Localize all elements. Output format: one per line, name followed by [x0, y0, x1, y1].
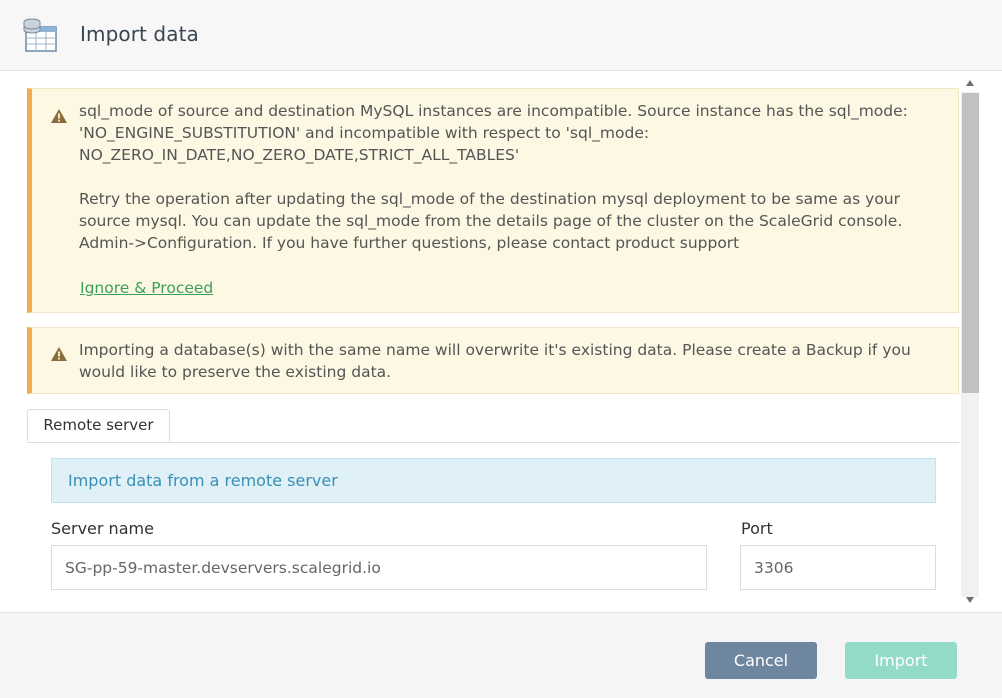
- overwrite-warning-text: Importing a database(s) with the same na…: [79, 341, 911, 381]
- dialog-body: sql_mode of source and destination MySQL…: [0, 72, 1002, 612]
- dialog-title: Import data: [80, 22, 199, 46]
- tab-remote-server[interactable]: Remote server: [27, 409, 170, 442]
- port-label: Port: [741, 519, 773, 538]
- sql-mode-warning-alert: sql_mode of source and destination MySQL…: [27, 88, 959, 313]
- scrollbar-thumb[interactable]: [962, 93, 979, 393]
- cancel-button[interactable]: Cancel: [705, 642, 817, 679]
- database-table-icon: [23, 18, 57, 52]
- sql-mode-retry-text: Retry the operation after updating the s…: [79, 190, 903, 252]
- dialog-header: Import data: [0, 0, 1002, 71]
- sql-mode-warning-message: sql_mode of source and destination MySQL…: [79, 100, 939, 254]
- server-name-input[interactable]: [51, 545, 707, 590]
- scroll-down-arrow-icon[interactable]: [965, 596, 975, 604]
- import-button[interactable]: Import: [845, 642, 957, 679]
- tab-bar: Remote server: [27, 409, 959, 443]
- warning-icon: [51, 347, 67, 361]
- sql-mode-warning-text: sql_mode of source and destination MySQL…: [79, 102, 908, 164]
- ignore-and-proceed-link[interactable]: Ignore & Proceed: [80, 279, 213, 297]
- overwrite-warning-alert: Importing a database(s) with the same na…: [27, 327, 959, 394]
- server-name-label: Server name: [51, 519, 154, 538]
- dialog-footer: Cancel Import: [0, 612, 1002, 698]
- warning-icon: [51, 109, 67, 123]
- scroll-up-arrow-icon[interactable]: [965, 79, 975, 87]
- port-input[interactable]: [740, 545, 936, 590]
- info-banner: Import data from a remote server: [51, 458, 936, 503]
